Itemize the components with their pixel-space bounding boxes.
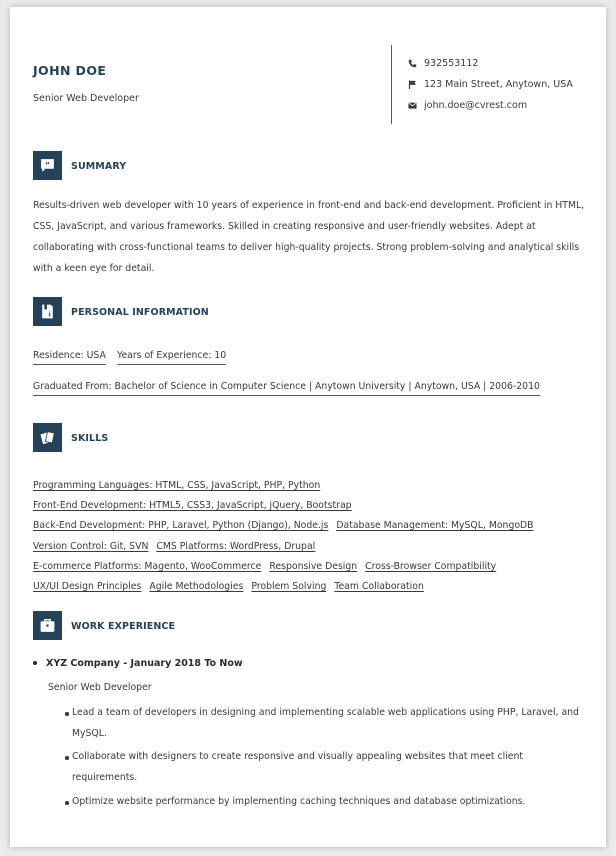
responsibility-text: Collaborate with designers to create res… bbox=[72, 751, 524, 783]
skills-heading: SKILLS bbox=[71, 433, 109, 444]
email-text: john.doe@cvrest.com bbox=[424, 100, 528, 111]
skill-item: E-commerce Platforms: Magento, WooCommer… bbox=[33, 560, 262, 572]
responsibility-item: Optimize website performance by implemen… bbox=[65, 792, 586, 813]
candidate-title: Senior Web Developer bbox=[33, 93, 139, 104]
responsibility-item: Collaborate with designers to create res… bbox=[65, 747, 586, 788]
job-heading-text: XYZ Company - January 2018 To Now bbox=[46, 658, 243, 669]
skills-section-icon bbox=[33, 423, 62, 452]
resume-page: JOHN DOE Senior Web Developer 932553112 … bbox=[10, 7, 606, 847]
personal-section-icon: i bbox=[33, 297, 62, 326]
phone-text: 932553112 bbox=[424, 58, 479, 69]
envelope-icon bbox=[408, 102, 417, 109]
residence-field: Residence: USA bbox=[33, 350, 106, 365]
header-divider bbox=[391, 45, 392, 124]
address-text: 123 Main Street, Anytown, USA bbox=[424, 79, 573, 90]
skill-item: Version Control: Git, SVN bbox=[33, 540, 149, 552]
skills-row: E-commerce Platforms: Magento, WooCommer… bbox=[33, 557, 593, 577]
personal-heading: PERSONAL INFORMATION bbox=[71, 307, 209, 318]
work-section-icon bbox=[33, 611, 62, 640]
skills-row: UX/UI Design Principles Agile Methodologi… bbox=[33, 577, 593, 597]
skills-row: Version Control: Git, SVN CMS Platforms: … bbox=[33, 537, 593, 557]
bullet-icon bbox=[65, 756, 69, 760]
phone-icon bbox=[408, 59, 417, 68]
summary-text: Results-driven web developer with 10 yea… bbox=[33, 200, 585, 274]
summary-section-icon: “ bbox=[33, 151, 62, 180]
summary-heading: SUMMARY bbox=[71, 161, 127, 172]
cards-icon bbox=[40, 431, 55, 445]
skills-row: Back-End Development: PHP, Laravel, Pyth… bbox=[33, 516, 593, 536]
skill-item: Front-End Development: HTML5, CSS3, Java… bbox=[33, 500, 352, 512]
responsibility-text: Optimize website performance by implemen… bbox=[72, 796, 526, 807]
skill-item: Agile Methodologies bbox=[149, 581, 244, 593]
skills-row: Programming Languages: HTML, CSS, JavaSc… bbox=[33, 476, 593, 496]
skill-item: CMS Platforms: WordPress, Drupal bbox=[156, 540, 316, 552]
bullet-icon bbox=[65, 801, 69, 805]
quote-icon: “ bbox=[41, 159, 54, 172]
skill-item: Problem Solving bbox=[251, 581, 327, 593]
skill-item: Database Management: MySQL, MongoDB bbox=[336, 520, 534, 532]
responsibility-item: Lead a team of developers in designing a… bbox=[65, 703, 586, 744]
skill-item: Team Collaboration bbox=[334, 581, 424, 593]
id-card-icon: i bbox=[42, 304, 53, 319]
skill-item: Back-End Development: PHP, Laravel, Pyth… bbox=[33, 520, 329, 532]
skills-row: Front-End Development: HTML5, CSS3, Java… bbox=[33, 496, 593, 516]
skills-list: Programming Languages: HTML, CSS, JavaSc… bbox=[33, 476, 593, 597]
skill-item: Cross-Browser Compatibility bbox=[365, 560, 497, 572]
education-field: Graduated From: Bachelor of Science in C… bbox=[33, 381, 540, 396]
experience-field: Years of Experience: 10 bbox=[117, 350, 227, 365]
job-heading: XYZ Company - January 2018 To Now bbox=[33, 658, 243, 669]
svg-text:i: i bbox=[49, 310, 51, 318]
bullet-icon bbox=[33, 660, 37, 665]
responsibility-text: Lead a team of developers in designing a… bbox=[72, 707, 579, 739]
briefcase-icon bbox=[40, 618, 55, 632]
candidate-name: JOHN DOE bbox=[33, 63, 107, 78]
contact-email: john.doe@cvrest.com bbox=[408, 100, 527, 111]
job-role: Senior Web Developer bbox=[48, 682, 152, 693]
skill-item: Responsive Design bbox=[269, 560, 358, 572]
contact-phone: 932553112 bbox=[408, 58, 478, 69]
flag-icon bbox=[408, 80, 416, 89]
skill-item: UX/UI Design Principles bbox=[33, 581, 142, 593]
work-heading: WORK EXPERIENCE bbox=[71, 621, 176, 632]
svg-text:“: “ bbox=[45, 160, 50, 169]
skill-item: Programming Languages: HTML, CSS, JavaSc… bbox=[33, 480, 321, 491]
contact-address: 123 Main Street, Anytown, USA bbox=[408, 79, 573, 90]
bullet-icon bbox=[65, 712, 69, 716]
